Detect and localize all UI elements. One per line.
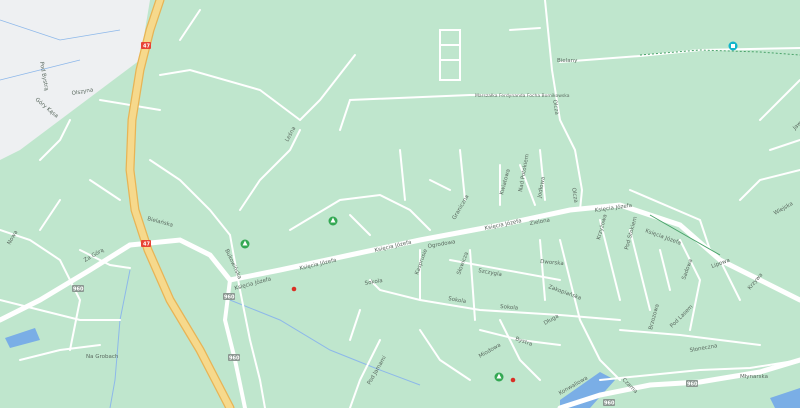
poi-dot-2[interactable]	[510, 377, 516, 383]
park-marker-2[interactable]	[240, 239, 250, 249]
map-canvas[interactable]: Bielany Olcza Olcza Marszałka Ferdynanda…	[0, 0, 800, 408]
route-badge-5: 960	[228, 354, 240, 362]
park-marker-1[interactable]	[328, 216, 338, 226]
route-badge-4: 960	[223, 293, 235, 301]
route-badge-3: 960	[72, 285, 84, 293]
label-marszalka: Marszałka Ferdynanda Focha Bomikowska	[475, 93, 570, 99]
label-na-grobach: Na Grobach	[86, 354, 119, 360]
svg-text:960: 960	[604, 401, 615, 407]
svg-text:960: 960	[224, 295, 235, 301]
route-badge-7: 960	[686, 380, 698, 388]
poi-marker-top-right[interactable]	[728, 41, 738, 51]
map-view[interactable]: Bielany Olcza Olcza Marszałka Ferdynanda…	[0, 0, 800, 408]
route-badge-2: 47	[141, 240, 151, 248]
svg-text:960: 960	[229, 356, 240, 362]
svg-text:47: 47	[143, 44, 150, 50]
svg-text:47: 47	[143, 242, 150, 248]
svg-text:960: 960	[687, 382, 698, 388]
poi-dot-1[interactable]	[291, 286, 297, 292]
label-mlynarska: Młynarska	[740, 374, 768, 380]
route-badge-1: 47	[141, 42, 151, 50]
route-badge-6: 960	[603, 399, 615, 407]
label-bielany: Bielany	[557, 58, 578, 64]
svg-text:960: 960	[73, 287, 84, 293]
park-marker-3[interactable]	[494, 372, 504, 382]
